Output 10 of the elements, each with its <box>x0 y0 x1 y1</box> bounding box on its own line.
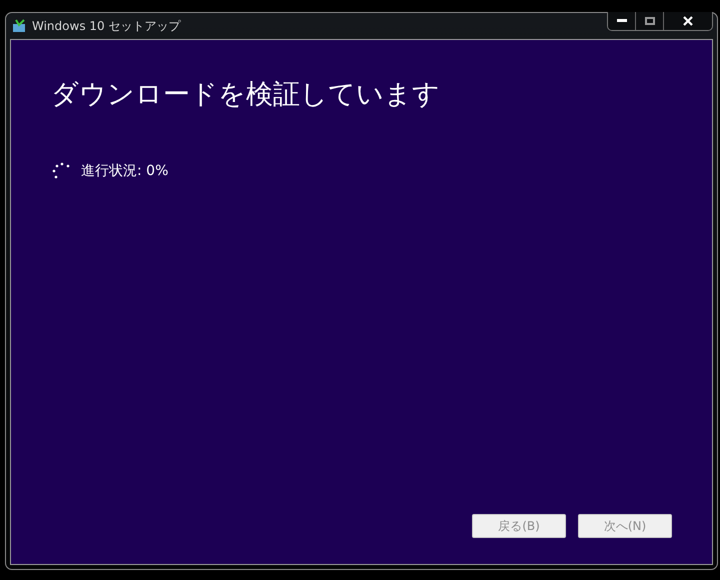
close-button[interactable] <box>664 12 712 30</box>
minimize-button[interactable] <box>608 12 636 30</box>
maximize-button[interactable] <box>636 12 664 30</box>
window-title: Windows 10 セットアップ <box>32 18 180 34</box>
setup-icon <box>12 19 26 33</box>
minimize-icon <box>616 19 626 23</box>
maximize-icon <box>644 17 654 25</box>
close-icon <box>683 16 693 26</box>
progress-label: 進行状況: 0% <box>81 162 168 180</box>
page-heading: ダウンロードを検証しています <box>51 78 441 112</box>
